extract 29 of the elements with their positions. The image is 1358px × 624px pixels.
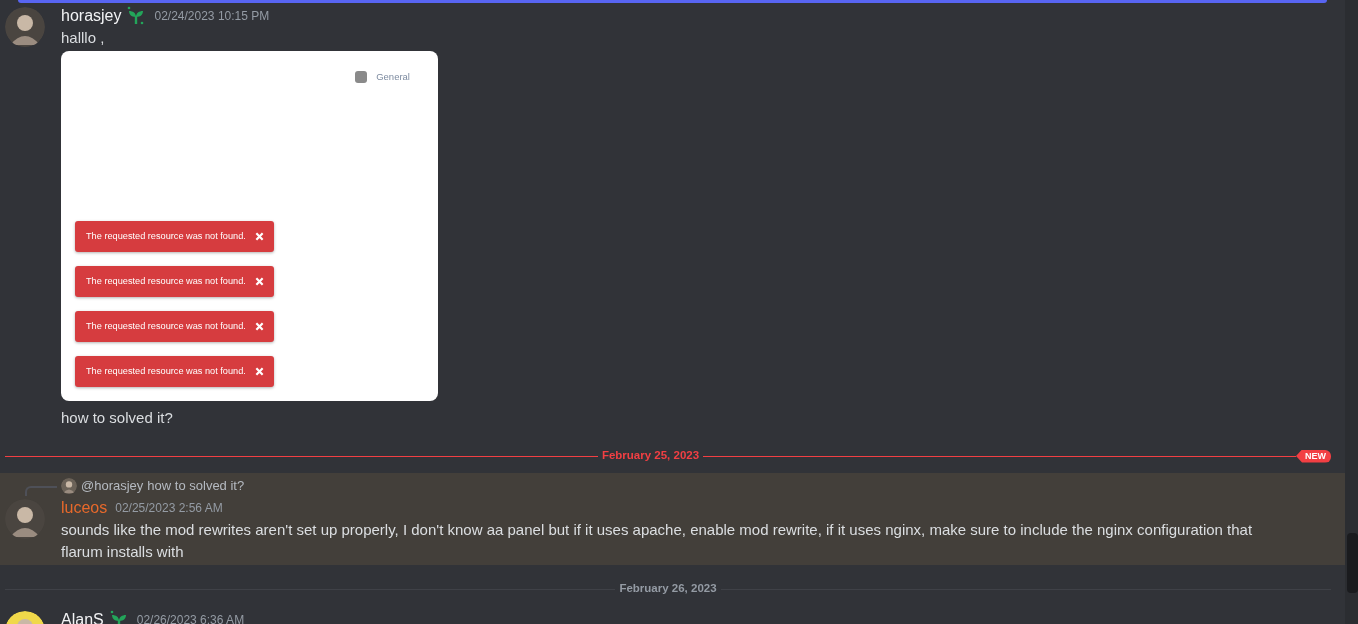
avatar[interactable] [5, 7, 45, 47]
legend-label: General [376, 70, 410, 84]
close-icon[interactable] [255, 277, 264, 286]
message-text: halllo , [61, 28, 106, 48]
reply-line [25, 486, 57, 496]
toast-message: The requested resource was not found. [86, 319, 246, 333]
toast-message: The requested resource was not found. [86, 364, 246, 378]
date-label: February 26, 2023 [618, 581, 718, 597]
screenshot-attachment[interactable]: General The requested resource was not found. The requested resource was not found. The requested resource was not found. The requested resource was not found. [61, 51, 438, 401]
toast-message: The requested resource was not found. [86, 229, 246, 243]
close-icon[interactable] [255, 367, 264, 376]
toast-message: The requested resource was not found. [86, 274, 246, 288]
message-text: sounds like the mod rewrites aren't set up properly, I don't know aa panel but if it uses apache, enable mod rewrite, if it uses nginx, make sure to include the nginx configuration that flarum installs with [61, 520, 1254, 562]
close-icon[interactable] [255, 232, 264, 241]
message-text: how to solved it? [61, 408, 174, 428]
new-badge: NEW [1296, 449, 1331, 463]
close-icon[interactable] [255, 322, 264, 331]
username[interactable]: luceos [61, 497, 108, 519]
timestamp: 02/24/2023 10:15 PM [154, 8, 270, 25]
date-label: February 25, 2023 [600, 448, 701, 464]
legend-swatch [355, 71, 368, 84]
reply-mention[interactable]: @horasjey [81, 476, 144, 496]
timestamp: 02/25/2023 2:56 AM [115, 500, 223, 517]
reply-text[interactable]: how to solved it? [147, 476, 245, 496]
timestamp: 02/26/2023 6:36 AM [136, 612, 245, 624]
scrollbar[interactable] [1345, 0, 1358, 624]
reply-avatar[interactable] [61, 478, 77, 494]
username[interactable]: horasjey [61, 5, 122, 27]
avatar[interactable] [5, 499, 45, 539]
